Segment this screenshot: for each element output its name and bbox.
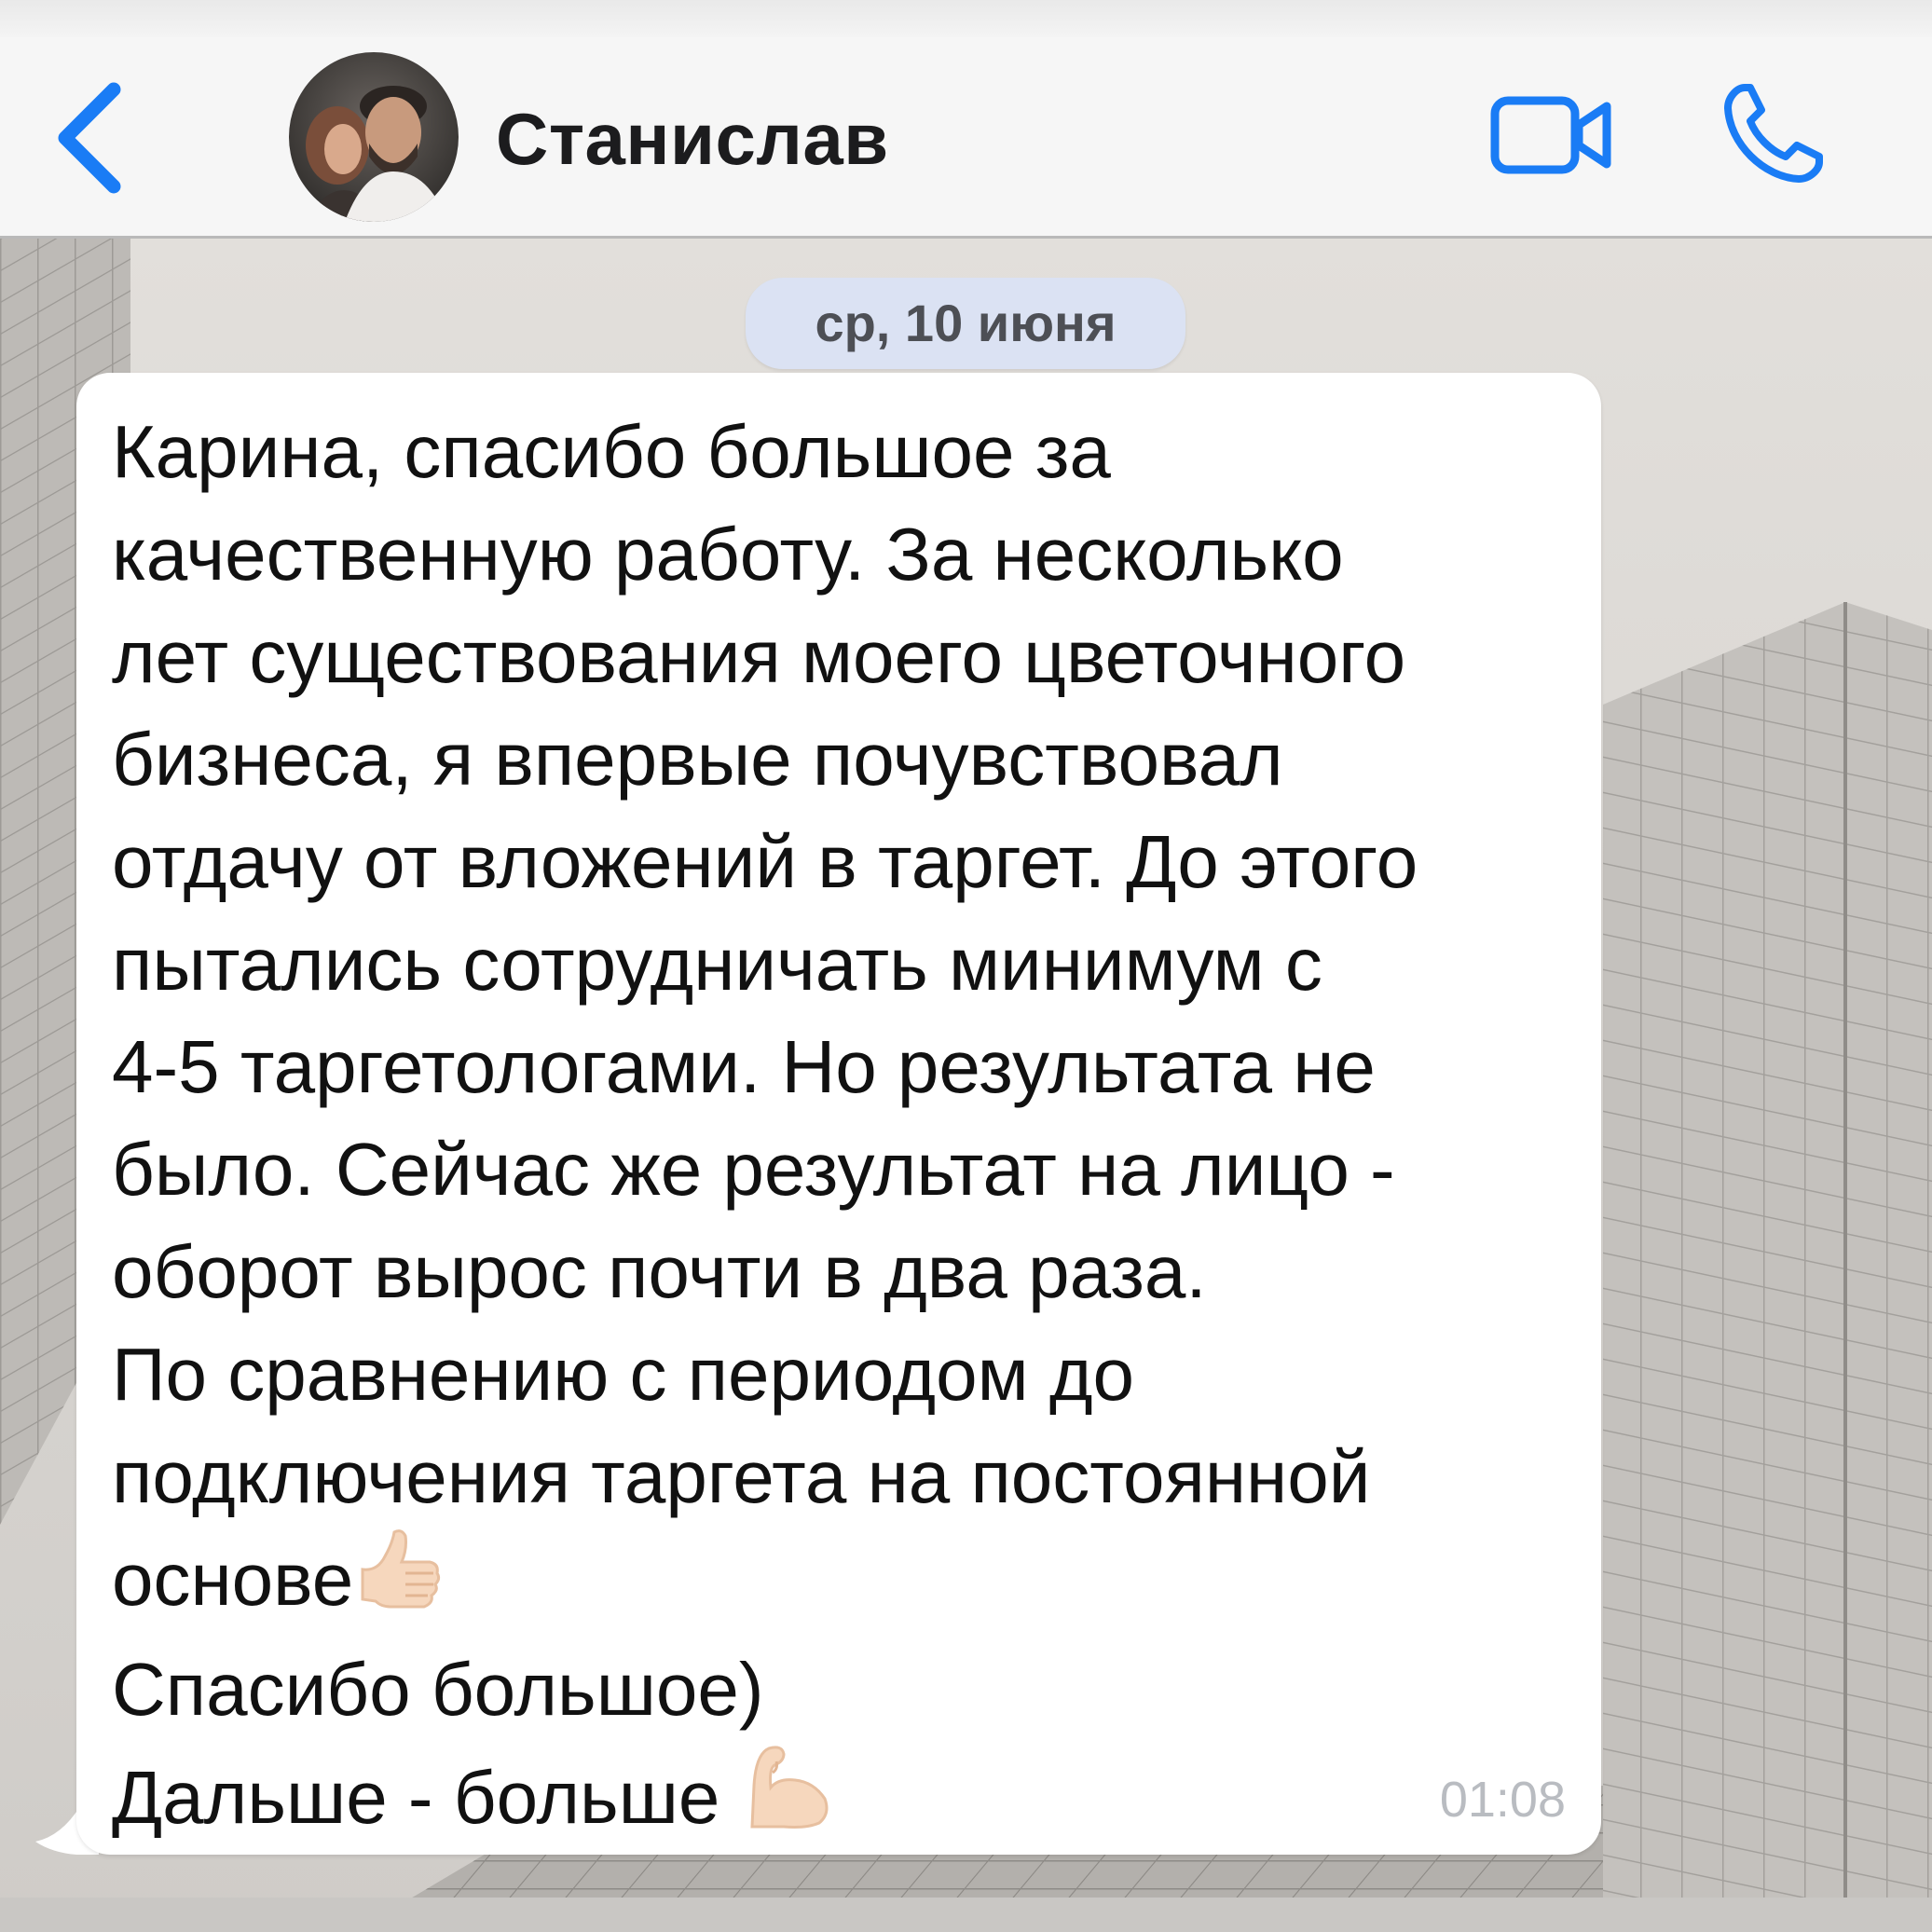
message-line: оборот вырос почти в два раза. xyxy=(112,1230,1207,1313)
video-camera-icon xyxy=(1490,96,1611,174)
date-chip: ср, 10 июня xyxy=(746,278,1185,369)
phone-icon xyxy=(1724,84,1823,183)
message-text: Карина, спасибо большое за качественную … xyxy=(112,401,1584,1857)
chat-screen: Станислав ср, 10 июня Карина, спасибо бо… xyxy=(0,0,1932,1932)
message-line-with-emoji: Дальше - больше xyxy=(112,1741,1584,1857)
avatar[interactable] xyxy=(289,52,459,222)
chat-header: Станислав xyxy=(0,37,1932,239)
message-line: было. Сейчас же результат на лицо - xyxy=(112,1128,1395,1211)
message-line-text: Дальше - больше xyxy=(112,1756,741,1839)
message-line-text: основе xyxy=(112,1538,354,1621)
chevron-left-icon xyxy=(58,82,121,194)
bottom-strip xyxy=(0,1898,1932,1932)
message-line: лет существования моего цветочного xyxy=(112,615,1406,698)
message-line-with-emoji: основе xyxy=(112,1528,1584,1638)
status-strip xyxy=(0,0,1932,37)
message-line: пытались сотрудничать минимум с xyxy=(112,923,1322,1006)
message-line: Карина, спасибо большое за xyxy=(112,410,1111,493)
message-line: Спасибо большое) xyxy=(112,1648,764,1731)
voice-call-button[interactable] xyxy=(1717,78,1829,190)
back-button[interactable] xyxy=(48,82,132,194)
contact-avatar-photo xyxy=(289,52,459,222)
video-call-button[interactable] xyxy=(1487,84,1618,186)
flexed-biceps-icon xyxy=(741,1741,834,1857)
message-line: По сравнению с периодом до xyxy=(112,1333,1134,1416)
thumbs-up-icon xyxy=(353,1528,445,1638)
message-line: 4-5 таргетологами. Но результата не xyxy=(112,1025,1376,1108)
message-timestamp: 01:08 xyxy=(1439,1772,1566,1828)
message-line: качественную работу. За несколько xyxy=(112,513,1344,596)
message-line: отдачу от вложений в таргет. До этого xyxy=(112,820,1418,903)
message-bubble[interactable]: Карина, спасибо большое за качественную … xyxy=(76,373,1601,1855)
contact-name[interactable]: Станислав xyxy=(496,97,889,182)
message-line: подключения таргета на постоянной xyxy=(112,1435,1371,1518)
message-line: бизнеса, я впервые почувствовал xyxy=(112,718,1283,801)
